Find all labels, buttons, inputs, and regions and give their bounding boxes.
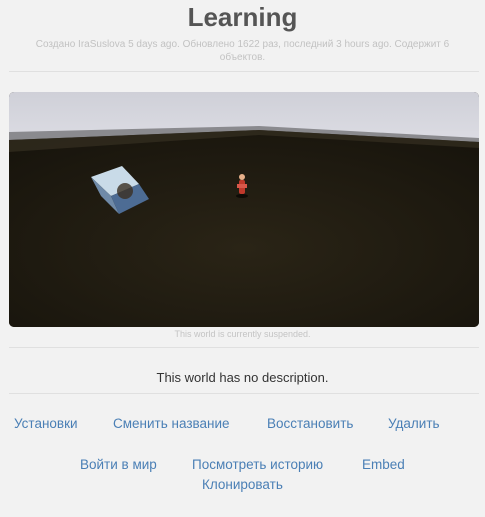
clone-link[interactable]: Клонировать <box>202 477 283 492</box>
world-viewport[interactable] <box>9 92 479 327</box>
world-scene <box>9 92 479 327</box>
delete-link[interactable]: Удалить <box>388 416 440 431</box>
settings-link[interactable]: Установки <box>14 416 78 431</box>
suspended-note: This world is currently suspended. <box>174 329 311 339</box>
world-title: Learning <box>187 2 298 32</box>
divider-top <box>9 71 479 72</box>
divider-middle <box>9 347 479 348</box>
view-history-link[interactable]: Посмотреть историю <box>192 457 323 472</box>
divider-bottom <box>9 393 479 394</box>
rename-link[interactable]: Сменить название <box>113 416 230 431</box>
world-description: This world has no description. <box>156 370 329 385</box>
world-meta: Создано IraSuslova 5 days ago. Обновлено… <box>35 39 450 63</box>
embed-link[interactable]: Embed <box>362 457 405 472</box>
restore-link[interactable]: Восстановить <box>267 416 353 431</box>
ground <box>9 130 479 327</box>
enter-world-link[interactable]: Войти в мир <box>80 457 157 472</box>
